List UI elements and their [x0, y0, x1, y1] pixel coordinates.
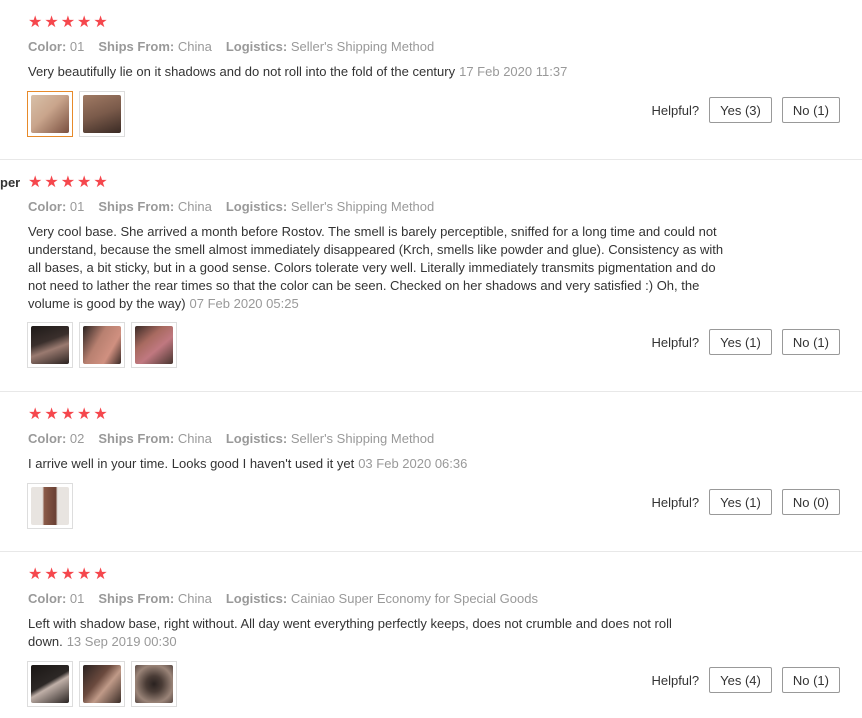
review-photo[interactable]: [79, 322, 125, 368]
review-date: 13 Sep 2019 00:30: [66, 634, 177, 649]
review-body: Very beautifully lie on it shadows and d…: [28, 64, 456, 79]
color-value: 01: [69, 39, 85, 54]
ships-from-value: China: [177, 431, 212, 446]
photo-thumbnails: [27, 322, 177, 368]
star-icon: ★: [60, 14, 76, 31]
star-rating: ★ ★ ★ ★ ★: [28, 567, 108, 583]
helpful-label: Helpful?: [651, 102, 700, 118]
review-photo[interactable]: [27, 661, 73, 707]
star-icon: ★: [60, 566, 76, 583]
review-photo[interactable]: [27, 91, 73, 137]
ships-from-value: China: [177, 199, 212, 214]
ships-from-label: Ships From:: [98, 591, 175, 606]
helpful-yes-button[interactable]: Yes (1): [709, 329, 772, 355]
star-rating: ★ ★ ★ ★ ★: [28, 407, 108, 423]
star-icon: ★: [28, 174, 43, 191]
star-icon: ★: [77, 566, 92, 583]
logistics-label: Logistics:: [225, 39, 288, 54]
review-photo[interactable]: [79, 91, 125, 137]
ships-from-label: Ships From:: [98, 39, 175, 54]
helpful-controls: Helpful? Yes (1) No (1): [651, 329, 840, 355]
color-value: 02: [69, 431, 85, 446]
helpful-label: Helpful?: [651, 494, 700, 510]
photo-thumbnails: [27, 661, 177, 707]
star-icon: ★: [60, 406, 76, 423]
ships-from-value: China: [177, 39, 212, 54]
reviewer-name: per: [0, 175, 21, 190]
star-icon: ★: [28, 566, 43, 583]
helpful-no-button[interactable]: No (1): [781, 97, 840, 123]
star-icon: ★: [93, 14, 108, 31]
review-meta: Color: 01 Ships From: China Logistics: Sel…: [28, 199, 434, 214]
photo-thumbnails: [27, 91, 125, 137]
helpful-no-button[interactable]: No (0): [781, 489, 840, 515]
logistics-value: Seller's Shipping Method: [290, 39, 435, 54]
helpful-label: Helpful?: [651, 672, 700, 688]
star-icon: ★: [44, 566, 59, 583]
ships-from-label: Ships From:: [98, 199, 175, 214]
review-text: Very cool base. She arrived a month befo…: [28, 223, 728, 313]
star-icon: ★: [44, 174, 59, 191]
review-text: Left with shadow base, right without. Al…: [28, 615, 728, 651]
logistics-value: Seller's Shipping Method: [290, 431, 435, 446]
helpful-controls: Helpful? Yes (4) No (1): [651, 667, 840, 693]
review-photo[interactable]: [27, 483, 73, 529]
review-date: 03 Feb 2020 06:36: [358, 456, 468, 471]
review-photo[interactable]: [79, 661, 125, 707]
review-item: ★ ★ ★ ★ ★ Color: 01 Ships From: China Logi…: [0, 552, 862, 718]
color-label: Color:: [28, 39, 67, 54]
helpful-no-button[interactable]: No (1): [781, 667, 840, 693]
star-icon: ★: [77, 406, 92, 423]
color-label: Color:: [28, 591, 67, 606]
star-icon: ★: [44, 14, 59, 31]
star-icon: ★: [60, 174, 76, 191]
review-photo[interactable]: [131, 322, 177, 368]
helpful-yes-button[interactable]: Yes (1): [709, 489, 772, 515]
star-icon: ★: [93, 174, 108, 191]
review-photo[interactable]: [27, 322, 73, 368]
review-meta: Color: 01 Ships From: China Logistics: Cai…: [28, 591, 538, 606]
star-rating: ★ ★ ★ ★ ★: [28, 15, 108, 31]
logistics-label: Logistics:: [225, 431, 288, 446]
star-icon: ★: [28, 406, 43, 423]
star-icon: ★: [77, 14, 92, 31]
helpful-controls: Helpful? Yes (3) No (1): [651, 97, 840, 123]
review-meta: Color: 01 Ships From: China Logistics: Sel…: [28, 39, 434, 54]
review-text: Very beautifully lie on it shadows and d…: [28, 63, 728, 81]
review-date: 07 Feb 2020 05:25: [189, 296, 299, 311]
review-photo[interactable]: [131, 661, 177, 707]
helpful-yes-button[interactable]: Yes (4): [709, 667, 772, 693]
star-icon: ★: [28, 14, 43, 31]
review-item: ★ ★ ★ ★ ★ Color: 01 Ships From: China Logi…: [0, 0, 862, 160]
logistics-value: Cainiao Super Economy for Special Goods: [290, 591, 538, 606]
review-item: ★ ★ ★ ★ ★ Color: 02 Ships From: China Logi…: [0, 392, 862, 552]
star-icon: ★: [44, 406, 59, 423]
color-label: Color:: [28, 199, 67, 214]
star-icon: ★: [93, 406, 108, 423]
logistics-value: Seller's Shipping Method: [290, 199, 435, 214]
color-value: 01: [69, 199, 85, 214]
logistics-label: Logistics:: [225, 591, 288, 606]
review-text: I arrive well in your time. Looks good I…: [28, 455, 728, 473]
helpful-no-button[interactable]: No (1): [781, 329, 840, 355]
star-rating: ★ ★ ★ ★ ★: [28, 175, 108, 191]
helpful-label: Helpful?: [651, 334, 700, 350]
review-date: 17 Feb 2020 11:37: [459, 64, 568, 79]
star-icon: ★: [93, 566, 108, 583]
star-icon: ★: [77, 174, 92, 191]
color-label: Color:: [28, 431, 67, 446]
review-item: per ★ ★ ★ ★ ★ Color: 01 Ships From: China…: [0, 160, 862, 392]
ships-from-value: China: [177, 591, 212, 606]
color-value: 01: [69, 591, 85, 606]
photo-thumbnails: [27, 483, 73, 529]
logistics-label: Logistics:: [225, 199, 288, 214]
review-meta: Color: 02 Ships From: China Logistics: Sel…: [28, 431, 434, 446]
ships-from-label: Ships From:: [98, 431, 175, 446]
review-body: I arrive well in your time. Looks good I…: [28, 456, 355, 471]
helpful-controls: Helpful? Yes (1) No (0): [651, 489, 840, 515]
helpful-yes-button[interactable]: Yes (3): [709, 97, 772, 123]
review-body: Very cool base. She arrived a month befo…: [28, 224, 724, 311]
